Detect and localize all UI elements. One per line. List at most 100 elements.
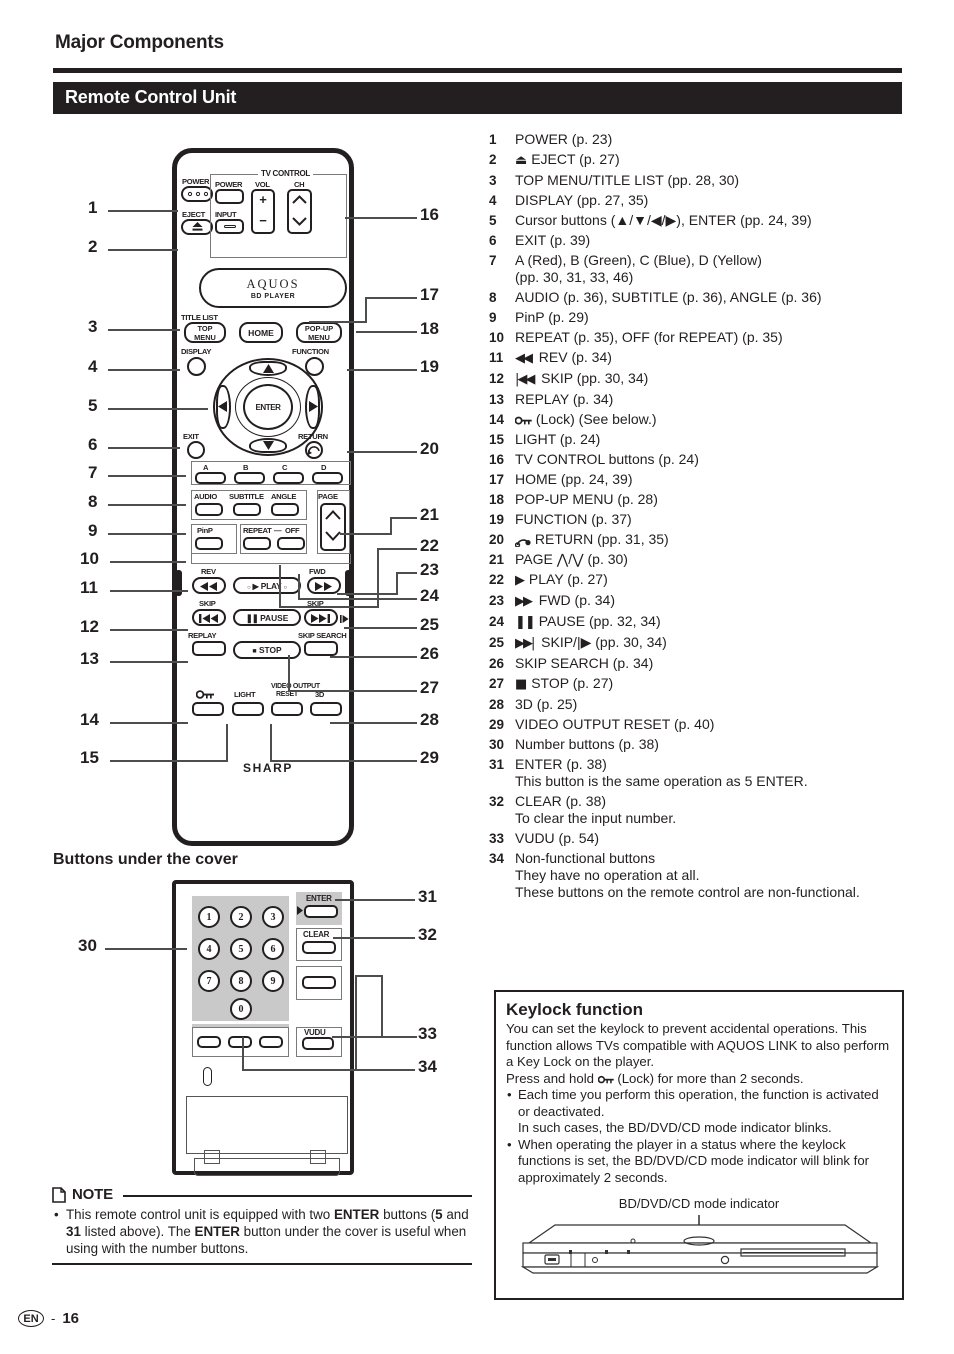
callout-10: 10 — [80, 549, 99, 568]
list-item-text: A (Red), B (Green), C (Blue), D (Yellow)… — [515, 252, 762, 285]
callout-33: 33 — [418, 1024, 437, 1043]
keylock-bullets: Each time you perform this operation, th… — [496, 1087, 902, 1186]
vudu-button[interactable] — [302, 1037, 334, 1050]
list-item: 24 ❚❚ PAUSE (pp. 32, 34) — [489, 613, 661, 630]
number-button-8[interactable]: 8 — [230, 970, 252, 992]
list-item: 8 AUDIO (p. 36), SUBTITLE (p. 36), ANGLE … — [489, 289, 822, 305]
list-item-text: HOME (pp. 24, 39) — [515, 471, 633, 487]
leader-12 — [110, 629, 188, 631]
number-button-9[interactable]: 9 — [262, 970, 284, 992]
light-button[interactable] — [232, 702, 264, 716]
callout-21: 21 — [420, 505, 439, 524]
audio-button[interactable] — [195, 503, 223, 516]
number-button-6[interactable]: 6 — [262, 938, 284, 960]
section-header-bar: Remote Control Unit — [53, 82, 902, 114]
side-bump-left — [175, 570, 182, 596]
keylock-title: Keylock function — [506, 1000, 643, 1019]
rewind-icon — [200, 582, 217, 591]
exit-button[interactable] — [187, 441, 205, 459]
list-item: 1 POWER (p. 23) — [489, 131, 613, 147]
stop-label: ■ STOP — [252, 645, 282, 655]
color-d-button[interactable] — [312, 472, 343, 484]
top-menu-line1: TOP — [197, 324, 213, 333]
enter-button-cover[interactable] — [304, 905, 338, 918]
label-light: LIGHT — [234, 690, 256, 699]
label-page: PAGE — [318, 492, 338, 501]
enter-label: ENTER — [255, 402, 281, 412]
number-button-4[interactable]: 4 — [198, 938, 220, 960]
video-output-reset-button[interactable] — [271, 702, 303, 716]
enter-button[interactable]: ENTER — [243, 384, 293, 430]
list-item-text: Number buttons (p. 38) — [515, 736, 659, 752]
player-illustration — [520, 1215, 880, 1274]
non-functional-button-right[interactable] — [302, 976, 336, 989]
callout-25: 25 — [420, 615, 439, 634]
skip-search-button[interactable] — [304, 641, 338, 656]
remote-under-cover-illustration: 1 2 3 4 5 6 7 8 9 0 ENTER CLEAR VUDU — [172, 880, 354, 1176]
list-item-text: VIDEO OUTPUT RESET (p. 40) — [515, 716, 715, 732]
list-item: 5 Cursor buttons (▲/▼/◀/▶), ENTER (pp. 24… — [489, 212, 812, 228]
leader-32 — [333, 937, 415, 939]
callout-23: 23 — [420, 560, 439, 579]
number-button-1[interactable]: 1 — [198, 906, 220, 928]
remote-control-illustration: POWER EJECT TV CONTROL POWER INPUT VOL +… — [172, 148, 354, 846]
lock-button[interactable] — [192, 702, 224, 716]
leader-8 — [108, 504, 186, 506]
number-button-3[interactable]: 3 — [262, 906, 284, 928]
display-button[interactable] — [187, 357, 206, 376]
list-item: 26 SKIP SEARCH (p. 34) — [489, 655, 654, 671]
callout-9: 9 — [88, 521, 98, 540]
label-b: B — [243, 463, 249, 472]
non-functional-button-3[interactable] — [259, 1036, 283, 1048]
popup-line1: POP-UP — [304, 324, 334, 333]
callout-3: 3 — [88, 317, 98, 336]
leader-18 — [356, 331, 417, 333]
under-cover-title: Buttons under the cover — [53, 851, 238, 868]
label-eject: EJECT — [182, 210, 205, 219]
brand-subtitle: BD PLAYER — [250, 292, 296, 300]
color-b-button[interactable] — [234, 472, 265, 484]
list-item: 4 DISPLAY (pp. 27, 35) — [489, 192, 649, 208]
angle-button[interactable] — [271, 503, 299, 516]
leader-24 — [298, 598, 417, 600]
leader-15 — [110, 760, 227, 762]
color-c-button[interactable] — [273, 472, 304, 484]
page-up-icon — [325, 510, 341, 520]
fast-forward-icon — [315, 582, 332, 591]
keylock-box: Keylock function You can set the keylock… — [494, 990, 904, 1300]
leader-23 — [396, 572, 417, 574]
repeat-button[interactable] — [243, 537, 271, 550]
list-item: 16 TV CONTROL buttons (p. 24) — [489, 451, 699, 467]
number-button-2[interactable]: 2 — [230, 906, 252, 928]
volume-up-label: + — [259, 192, 267, 207]
label-power: POWER — [182, 177, 210, 186]
label-c: C — [282, 463, 288, 472]
clear-button[interactable] — [302, 941, 336, 954]
callout-20: 20 — [420, 439, 439, 458]
note-box: NOTE This remote control unit is equippe… — [52, 1186, 472, 1265]
label-return: RETURN — [298, 432, 328, 441]
cursor-pad: ENTER — [213, 358, 323, 456]
number-button-7[interactable]: 7 — [198, 970, 220, 992]
replay-button[interactable] — [192, 641, 226, 656]
off-button[interactable] — [277, 537, 305, 550]
list-item-text: AUDIO (p. 36), SUBTITLE (p. 36), ANGLE (… — [515, 289, 822, 305]
leader-9 — [108, 533, 186, 535]
callout-27: 27 — [420, 678, 439, 697]
tv-power-button[interactable] — [215, 189, 244, 204]
non-functional-button-1[interactable] — [197, 1036, 221, 1048]
subtitle-button[interactable] — [233, 503, 261, 516]
color-a-button[interactable] — [195, 472, 226, 484]
label-exit: EXIT — [183, 432, 199, 441]
number-button-0[interactable]: 0 — [230, 998, 252, 1020]
list-item: 6 EXIT (p. 39) — [489, 232, 591, 248]
non-functional-button-2[interactable] — [228, 1036, 252, 1048]
leader-27-v — [288, 655, 290, 691]
pinp-button[interactable] — [195, 537, 223, 550]
chevron-down-icon — [292, 217, 307, 226]
leader-21 — [390, 517, 417, 519]
list-item-subtext: (pp. 30, 31, 33, 46) — [515, 269, 634, 285]
eject-icon — [192, 222, 203, 231]
three-d-button[interactable] — [310, 702, 342, 716]
number-button-5[interactable]: 5 — [230, 938, 252, 960]
